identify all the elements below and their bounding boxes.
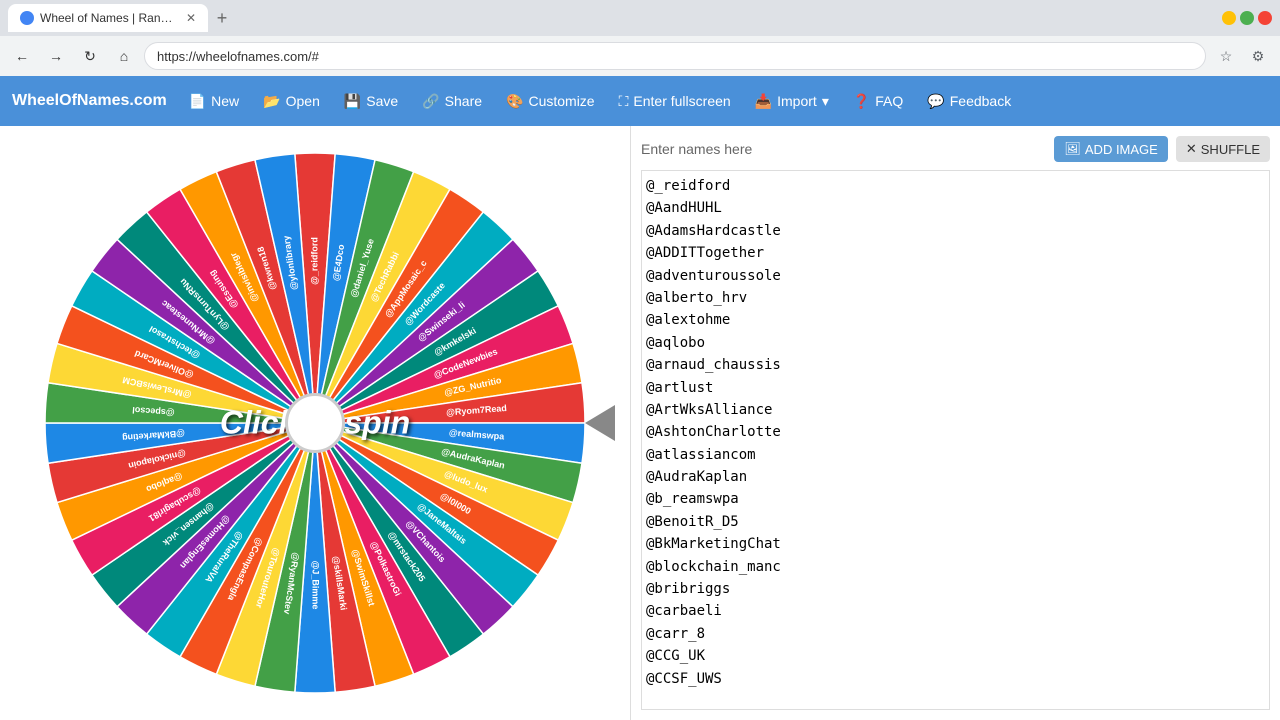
address-bar[interactable]: https://wheelofnames.com/# xyxy=(144,42,1206,70)
app-nav: WheelOfNames.com 📄 New 📂 Open 💾 Save 🔗 S… xyxy=(0,76,1280,126)
wheel-pointer xyxy=(585,405,615,441)
names-label: Enter names here xyxy=(641,141,1046,157)
tab-title: Wheel of Names | Random Nam... xyxy=(40,11,176,25)
nav-fullscreen[interactable]: ⛶ Enter fullscreen xyxy=(609,87,741,116)
names-header: Enter names here 🖼 ADD IMAGE ✕ SHUFFLE xyxy=(641,136,1270,162)
close-button[interactable] xyxy=(1258,11,1272,25)
nav-save-label: Save xyxy=(366,93,398,109)
save-icon: 💾 xyxy=(344,93,361,110)
import-dropdown-icon: ▾ xyxy=(822,93,829,110)
nav-import[interactable]: 📥 Import ▾ xyxy=(745,87,839,116)
nav-feedback-label: Feedback xyxy=(950,93,1011,109)
nav-share-label: Share xyxy=(445,93,482,109)
main-content: @_reidford@E4Dco@daniel_Yuse@TechRabbi@A… xyxy=(0,126,1280,720)
browser-chrome: Wheel of Names | Random Nam... ✕ + ← → ↻… xyxy=(0,0,1280,76)
add-image-label: ADD IMAGE xyxy=(1085,142,1158,157)
image-icon: 🖼 xyxy=(1064,141,1081,157)
nav-fullscreen-label: Enter fullscreen xyxy=(633,93,730,109)
shuffle-icon: ✕ xyxy=(1186,141,1197,157)
bookmark-button[interactable]: ☆ xyxy=(1212,42,1240,70)
wheel-center xyxy=(285,393,345,453)
maximize-button[interactable] xyxy=(1240,11,1254,25)
tab-favicon xyxy=(20,11,34,25)
nav-import-label: Import xyxy=(777,93,817,109)
nav-new[interactable]: 📄 New xyxy=(179,87,249,116)
share-icon: 🔗 xyxy=(422,93,439,110)
new-tab-button[interactable]: + xyxy=(208,4,236,32)
faq-icon: ❓ xyxy=(853,93,870,110)
app-container: WheelOfNames.com 📄 New 📂 Open 💾 Save 🔗 S… xyxy=(0,76,1280,720)
reload-button[interactable]: ↻ xyxy=(76,42,104,70)
extensions-button[interactable]: ⚙ xyxy=(1244,42,1272,70)
nav-customize[interactable]: 🎨 Customize xyxy=(496,87,605,116)
minimize-button[interactable] xyxy=(1222,11,1236,25)
app-logo: WheelOfNames.com xyxy=(12,92,167,110)
window-controls xyxy=(1222,11,1272,25)
feedback-icon: 💬 xyxy=(927,93,944,110)
customize-icon: 🎨 xyxy=(506,93,523,110)
wheel-area[interactable]: @_reidford@E4Dco@daniel_Yuse@TechRabbi@A… xyxy=(0,126,630,720)
forward-button[interactable]: → xyxy=(42,42,70,70)
open-icon: 📂 xyxy=(263,93,280,110)
nav-open-label: Open xyxy=(286,93,320,109)
shuffle-label: SHUFFLE xyxy=(1201,142,1260,157)
nav-faq-label: FAQ xyxy=(875,93,903,109)
fullscreen-icon: ⛶ xyxy=(619,93,629,110)
browser-titlebar: Wheel of Names | Random Nam... ✕ + xyxy=(0,0,1280,36)
nav-share[interactable]: 🔗 Share xyxy=(412,87,492,116)
nav-feedback[interactable]: 💬 Feedback xyxy=(917,87,1021,116)
wheel-container[interactable]: @_reidford@E4Dco@daniel_Yuse@TechRabbi@A… xyxy=(25,133,605,713)
shuffle-button[interactable]: ✕ SHUFFLE xyxy=(1176,136,1270,162)
import-icon: 📥 xyxy=(755,93,772,110)
back-button[interactable]: ← xyxy=(8,42,36,70)
browser-actions: ☆ ⚙ xyxy=(1212,42,1272,70)
home-button[interactable]: ⌂ xyxy=(110,42,138,70)
url-text: https://wheelofnames.com/# xyxy=(157,49,1193,64)
browser-tab[interactable]: Wheel of Names | Random Nam... ✕ xyxy=(8,4,208,32)
nav-new-label: New xyxy=(211,93,239,109)
tab-close-button[interactable]: ✕ xyxy=(186,11,196,25)
names-panel: Enter names here 🖼 ADD IMAGE ✕ SHUFFLE xyxy=(630,126,1280,720)
add-image-button[interactable]: 🖼 ADD IMAGE xyxy=(1054,136,1167,162)
nav-save[interactable]: 💾 Save xyxy=(334,87,408,116)
svg-text:@J_Bimme: @J_Bimme xyxy=(311,561,321,610)
names-textarea[interactable] xyxy=(641,170,1270,710)
svg-text:@_reidford: @_reidford xyxy=(309,237,319,285)
nav-customize-label: Customize xyxy=(528,93,594,109)
new-icon: 📄 xyxy=(189,93,206,110)
nav-faq[interactable]: ❓ FAQ xyxy=(843,87,913,116)
browser-controls: ← → ↻ ⌂ https://wheelofnames.com/# ☆ ⚙ xyxy=(0,36,1280,76)
nav-open[interactable]: 📂 Open xyxy=(253,87,330,116)
